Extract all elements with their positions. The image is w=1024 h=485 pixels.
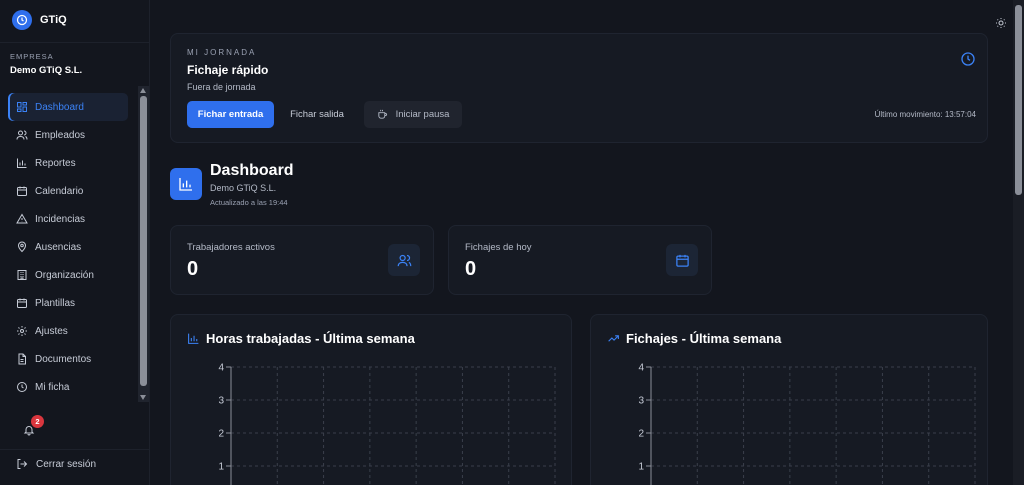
jornada-title: Fichaje rápido — [187, 63, 269, 77]
sidebar-item-label: Dashboard — [35, 101, 84, 113]
chart-title: Fichajes - Última semana — [607, 331, 781, 346]
sidebar-item-organizacion[interactable]: Organización — [8, 261, 128, 289]
calendar-icon — [666, 244, 698, 276]
sidebar-item-reportes[interactable]: Reportes — [8, 149, 128, 177]
sidebar-scroll-thumb[interactable] — [140, 96, 147, 386]
building-icon — [17, 270, 27, 280]
clock-icon — [17, 382, 27, 392]
sidebar-item-label: Reportes — [35, 157, 76, 169]
fichar-entrada-button[interactable]: Fichar entrada — [187, 101, 274, 128]
y-tick-label: 2 — [638, 429, 644, 440]
last-movement: Último movimiento: 13:57:04 — [874, 110, 976, 119]
y-tick-label: 3 — [218, 396, 224, 407]
scroll-up-arrow[interactable] — [140, 88, 146, 93]
sidebar-item-mi-ficha[interactable]: Mi ficha — [8, 373, 128, 401]
page-title: Dashboard — [210, 162, 294, 179]
bar-chart-icon — [188, 333, 199, 344]
sidebar-item-documentos[interactable]: Documentos — [8, 345, 128, 373]
chart-title-text: Fichajes - Última semana — [626, 331, 782, 346]
stat-card-fichajes: Fichajes de hoy 0 — [448, 225, 712, 295]
chart-title-text: Horas trabajadas - Última semana — [206, 331, 415, 346]
sidebar-item-calendario[interactable]: Calendario — [8, 177, 128, 205]
document-icon — [18, 353, 26, 365]
app-name: GTiQ — [40, 14, 67, 26]
stat-value: 0 — [187, 258, 199, 280]
sidebar-item-label: Mi ficha — [35, 381, 70, 393]
map-pin-icon — [17, 241, 27, 253]
sidebar-item-label: Empleados — [35, 129, 86, 141]
sun-icon[interactable] — [995, 17, 1007, 29]
y-tick-label: 4 — [638, 363, 644, 374]
calendar-template-icon — [17, 298, 27, 308]
logout-label: Cerrar sesión — [36, 458, 97, 470]
y-tick-label: 1 — [218, 462, 224, 473]
sidebar-item-label: Calendario — [35, 185, 84, 197]
stat-label: Fichajes de hoy — [465, 242, 532, 253]
iniciar-pausa-label: Iniciar pausa — [395, 109, 450, 120]
divider — [0, 42, 150, 43]
y-tick-label: 3 — [638, 396, 644, 407]
coffee-icon — [377, 109, 387, 119]
sidebar-item-label: Incidencias — [35, 213, 86, 225]
updated-time: Actualizado a las 19:44 — [210, 198, 288, 207]
divider — [0, 449, 150, 450]
page-subtitle: Demo GTiQ S.L. — [210, 183, 277, 193]
sidebar-item-label: Ajustes — [35, 325, 68, 337]
jornada-status: Fuera de jornada — [187, 82, 256, 92]
logout-icon — [17, 459, 28, 469]
stat-card-trabajadores: Trabajadores activos 0 — [170, 225, 434, 295]
gear-icon — [17, 326, 27, 336]
hours-chart: 4 3 2 1 — [218, 363, 556, 485]
logout-button[interactable]: Cerrar sesión — [16, 458, 96, 470]
sidebar-item-dashboard[interactable]: Dashboard — [8, 93, 128, 121]
trending-up-icon — [608, 335, 619, 342]
dashboard-chart-icon — [170, 168, 202, 200]
y-tick-label: 1 — [638, 462, 644, 473]
iniciar-pausa-button[interactable]: Iniciar pausa — [364, 101, 462, 128]
warning-icon — [16, 213, 28, 224]
y-tick-label: 2 — [218, 429, 224, 440]
brand[interactable]: GTiQ — [12, 10, 67, 30]
page-scrollbar[interactable] — [1013, 0, 1024, 485]
stat-label: Trabajadores activos — [187, 242, 275, 253]
stat-value: 0 — [465, 258, 477, 280]
jornada-kicker: MI JORNADA — [187, 48, 257, 57]
page-scroll-thumb[interactable] — [1015, 5, 1022, 195]
sidebar-nav: Dashboard Empleados Reportes Calendario … — [8, 93, 128, 401]
dashboard-icon — [17, 102, 27, 112]
users-icon — [16, 130, 28, 140]
company-label: EMPRESA — [10, 52, 54, 61]
y-tick-label: 4 — [218, 363, 224, 374]
sidebar-item-ajustes[interactable]: Ajustes — [8, 317, 128, 345]
bar-chart-icon — [17, 158, 27, 168]
scroll-down-arrow[interactable] — [140, 395, 146, 400]
logo-clock-icon — [12, 10, 32, 30]
sidebar-item-label: Documentos — [35, 353, 92, 365]
chart-title: Horas trabajadas - Última semana — [187, 331, 415, 346]
users-icon — [388, 244, 420, 276]
fichajes-chart: 4 3 2 1 — [638, 363, 976, 485]
notification-badge: 2 — [31, 415, 44, 428]
sidebar-item-label: Ausencias — [35, 241, 82, 253]
sidebar: GTiQ EMPRESA Demo GTiQ S.L. Dashboard Em… — [0, 0, 150, 485]
sidebar-item-plantillas[interactable]: Plantillas — [8, 289, 128, 317]
company-name: Demo GTiQ S.L. — [10, 65, 83, 76]
sidebar-item-label: Plantillas — [35, 297, 76, 309]
sidebar-item-ausencias[interactable]: Ausencias — [8, 233, 128, 261]
fichar-salida-button[interactable]: Fichar salida — [281, 101, 353, 128]
sidebar-item-label: Organización — [35, 269, 94, 281]
chart-card-horas: Horas trabajadas - Última semana 4 3 2 1 — [170, 314, 572, 485]
calendar-icon — [17, 186, 27, 196]
sidebar-item-empleados[interactable]: Empleados — [8, 121, 128, 149]
chart-card-fichajes: Fichajes - Última semana 4 3 2 1 — [590, 314, 988, 485]
sidebar-item-incidencias[interactable]: Incidencias — [8, 205, 128, 233]
jornada-card: MI JORNADA Fichaje rápido Fuera de jorna… — [170, 33, 988, 143]
clock-icon — [961, 52, 975, 66]
sidebar-scrollbar[interactable] — [138, 86, 149, 402]
